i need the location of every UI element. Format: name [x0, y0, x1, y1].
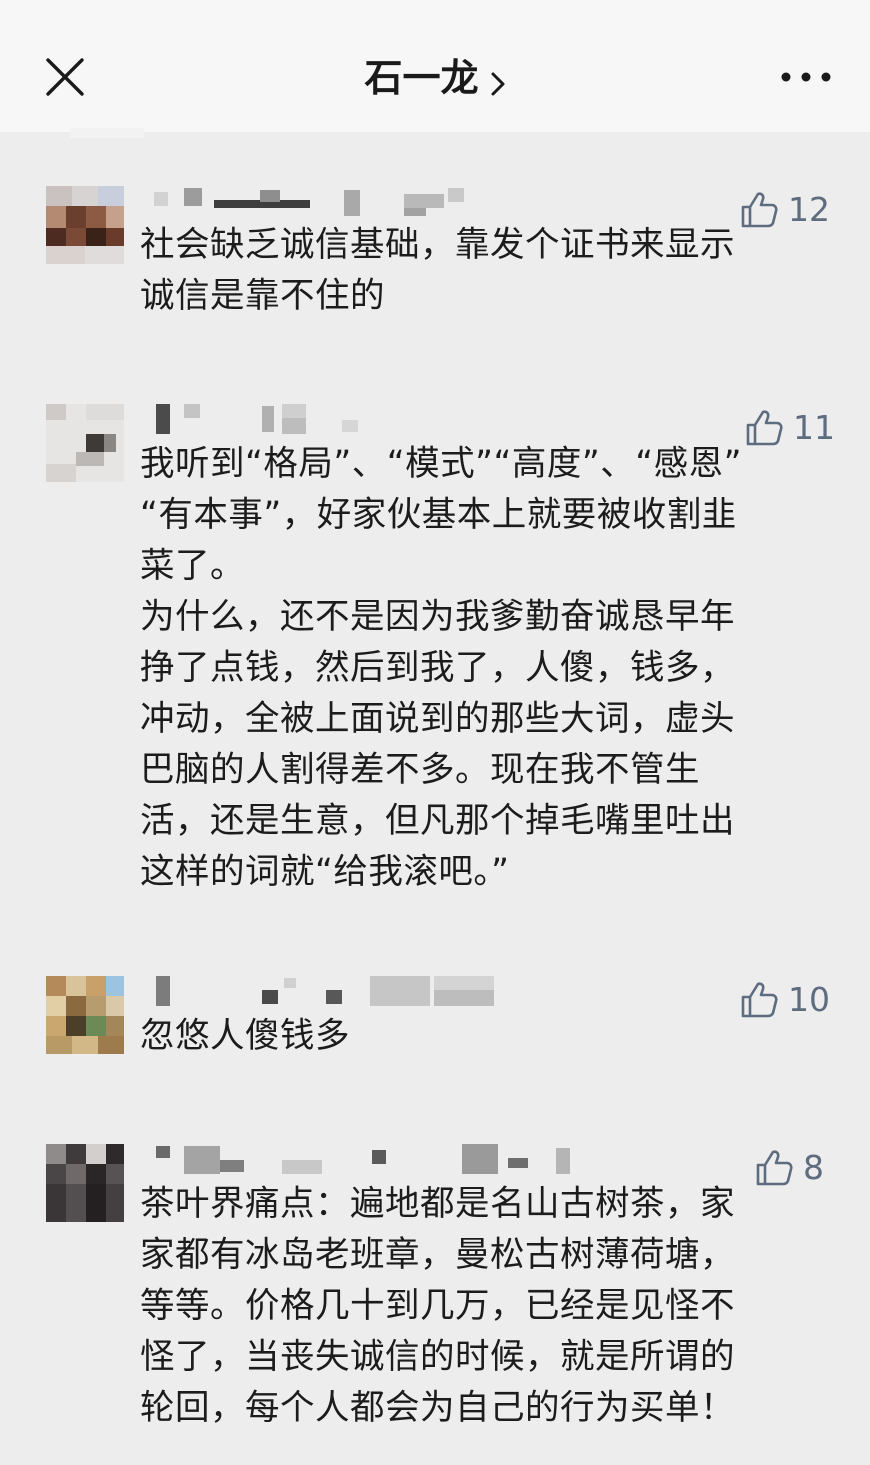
comment-line: 等等。价格几十到几万，已经是见怪不 [140, 1286, 735, 1326]
comment-text: 社会缺乏诚信基础，靠发个证书来显示 诚信是靠不住的 [140, 220, 820, 322]
comment-text: 茶叶界痛点：遍地都是名山古树茶，家 家都有冰岛老班章，曼松古树薄荷塘， 等等。价… [140, 1179, 820, 1434]
comment-line: 茶叶界痛点：遍地都是名山古树茶，家 [140, 1184, 735, 1224]
avatar[interactable] [46, 186, 124, 264]
chevron-right-icon [491, 72, 505, 95]
comment-line: 社会缺乏诚信基础，靠发个证书来显示 [140, 225, 735, 265]
blurred-strip [70, 128, 144, 138]
page-title: 石一龙 [364, 56, 479, 100]
more-dots-icon [781, 72, 831, 82]
comment-line: 冲动，全被上面说到的那些大词，虚头 [140, 699, 735, 739]
comment-line: 我听到“格局”、“模式”“高度”、“感恩” [140, 444, 742, 484]
comment-line: 这样的词就“给我滚吧。” [140, 852, 510, 892]
nickname-blurred [142, 404, 562, 444]
comment-line: 挣了点钱，然后到我了，人傻，钱多， [140, 648, 735, 688]
nickname-blurred [142, 1144, 570, 1184]
comment-line: 家都有冰岛老班章，曼松古树薄荷塘， [140, 1235, 735, 1275]
comment-line: “有本事”，好家伙基本上就要被收割韭 [140, 495, 737, 535]
comment-line: 巴脑的人割得差不多。现在我不管生 [140, 750, 700, 790]
avatar[interactable] [46, 1144, 124, 1222]
top-bar: 石一龙 [0, 0, 870, 132]
comment-line: 轮回，每个人都会为自己的行为买单！ [140, 1388, 735, 1428]
comment-line: 诚信是靠不住的 [140, 276, 385, 316]
nickname-blurred [142, 976, 562, 1016]
comment-text: 忽悠人傻钱多 [140, 1011, 820, 1062]
comment-line: 怪了，当丧失诚信的时候，就是所谓的 [140, 1337, 735, 1377]
avatar[interactable] [46, 976, 124, 1054]
author-link[interactable]: 石一龙 [0, 48, 870, 108]
comment-line: 菜了。 [140, 546, 245, 586]
comment-line: 忽悠人傻钱多 [140, 1016, 350, 1056]
avatar[interactable] [46, 404, 124, 482]
comment-line: 活，还是生意，但凡那个掉毛嘴里吐出 [140, 801, 735, 841]
comment-text: 我听到“格局”、“模式”“高度”、“感恩” “有本事”，好家伙基本上就要被收割韭… [140, 439, 820, 898]
comment-line: 为什么，还不是因为我爹勤奋诚恳早年 [140, 597, 735, 637]
more-button[interactable] [778, 60, 834, 94]
